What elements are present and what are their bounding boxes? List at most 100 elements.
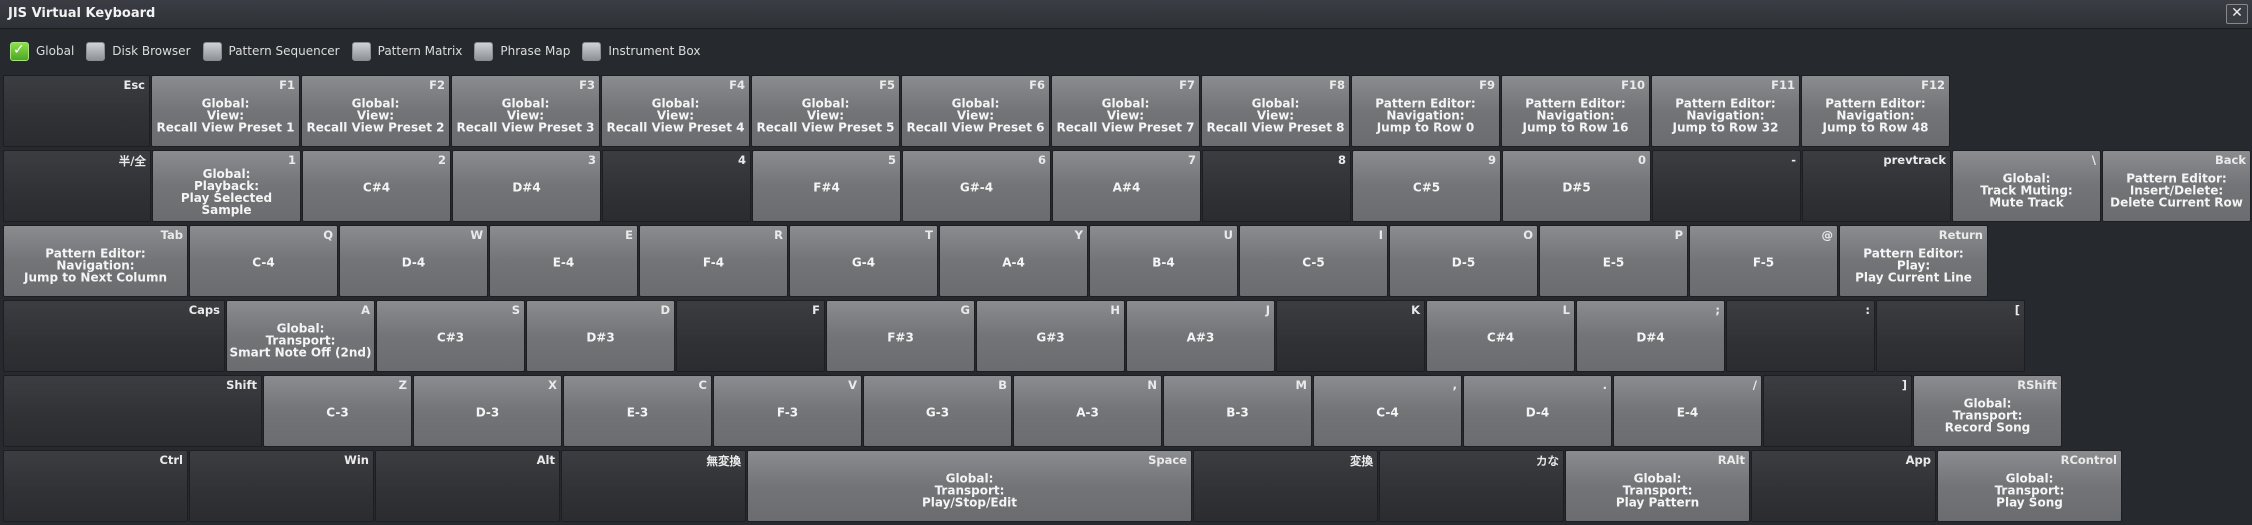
filter-checkbox[interactable]: [474, 41, 494, 61]
key-label: G: [960, 303, 970, 317]
key-r5k3[interactable]: 無変換: [561, 450, 746, 522]
key-v[interactable]: V F-3: [713, 375, 862, 447]
key-a[interactable]: A Global: Transport: Smart Note Off (2nd): [226, 300, 375, 372]
key-win[interactable]: Win: [189, 450, 374, 522]
key-prevtrack[interactable]: prevtrack: [1802, 150, 1951, 222]
key-alt[interactable]: Alt: [375, 450, 560, 522]
key-r3k11[interactable]: :: [1726, 300, 1875, 372]
key-space[interactable]: Space Global: Transport: Play/Stop/Edit: [747, 450, 1192, 522]
key-ctrl[interactable]: Ctrl: [3, 450, 188, 522]
key-f[interactable]: F: [676, 300, 825, 372]
key-i[interactable]: I C-5: [1239, 225, 1388, 297]
key-label: 2: [437, 153, 446, 167]
key-action: Global: View: Recall View Preset 8: [1206, 96, 1345, 135]
key-6[interactable]: 6 G#-4: [902, 150, 1051, 222]
key-esc[interactable]: Esc: [3, 75, 150, 147]
key-caps[interactable]: Caps: [3, 300, 225, 372]
key-t[interactable]: T G-4: [789, 225, 938, 297]
key-w[interactable]: W D-4: [339, 225, 488, 297]
filter-phrase-map[interactable]: Phrase Map: [474, 41, 570, 61]
filter-instrument-box[interactable]: Instrument Box: [582, 41, 700, 61]
key-f9[interactable]: F9 Pattern Editor: Navigation: Jump to Ro…: [1351, 75, 1500, 147]
key-z[interactable]: Z C-3: [263, 375, 412, 447]
key-r4k9[interactable]: . D-4: [1463, 375, 1612, 447]
key-f5[interactable]: F5 Global: View: Recall View Preset 5: [751, 75, 900, 147]
key-h[interactable]: H G#3: [976, 300, 1125, 372]
key-n[interactable]: N A-3: [1013, 375, 1162, 447]
key-app[interactable]: App: [1751, 450, 1936, 522]
key-9[interactable]: 9 C#5: [1352, 150, 1501, 222]
key-7[interactable]: 7 A#4: [1052, 150, 1201, 222]
key-k[interactable]: K: [1276, 300, 1425, 372]
key-r2k11[interactable]: @ F-5: [1689, 225, 1838, 297]
close-icon[interactable]: ✕: [2226, 4, 2248, 24]
filter-checkbox[interactable]: [10, 41, 29, 61]
key-action: Pattern Editor: Navigation: Jump to Row …: [1375, 96, 1476, 135]
filter-pattern-sequencer[interactable]: Pattern Sequencer: [202, 41, 340, 61]
filter-disk-browser[interactable]: Disk Browser: [86, 41, 191, 61]
key-f7[interactable]: F7 Global: View: Recall View Preset 7: [1051, 75, 1200, 147]
key-r1k13[interactable]: \ Global: Track Muting: Mute Track: [1952, 150, 2101, 222]
key-2[interactable]: 2 C#4: [302, 150, 451, 222]
key-label: -: [1791, 153, 1796, 167]
key-d[interactable]: D D#3: [526, 300, 675, 372]
key-s[interactable]: S C#3: [376, 300, 525, 372]
key-r4k10[interactable]: / E-4: [1613, 375, 1762, 447]
key-label: Shift: [226, 378, 257, 392]
key-r5k6[interactable]: カな: [1379, 450, 1564, 522]
key-f3[interactable]: F3 Global: View: Recall View Preset 3: [451, 75, 600, 147]
key-l[interactable]: L C#4: [1426, 300, 1575, 372]
key-1[interactable]: 1 Global: Playback: Play Selected Sample: [152, 150, 301, 222]
key-r3k10[interactable]: ; D#4: [1576, 300, 1725, 372]
key-5[interactable]: 5 F#4: [752, 150, 901, 222]
key-r4k8[interactable]: , C-4: [1313, 375, 1462, 447]
key-u[interactable]: U B-4: [1089, 225, 1238, 297]
key-f6[interactable]: F6 Global: View: Recall View Preset 6: [901, 75, 1050, 147]
filter-checkbox[interactable]: [351, 41, 371, 61]
key-e[interactable]: E E-4: [489, 225, 638, 297]
key-r1k0[interactable]: 半/全: [3, 150, 151, 222]
key-y[interactable]: Y A-4: [939, 225, 1088, 297]
key-r1k11[interactable]: -: [1652, 150, 1801, 222]
key-g[interactable]: G F#3: [826, 300, 975, 372]
key-r3k12[interactable]: [: [1876, 300, 2025, 372]
filter-global[interactable]: Global: [10, 41, 74, 61]
key-8[interactable]: 8: [1202, 150, 1351, 222]
key-q[interactable]: Q C-4: [189, 225, 338, 297]
key-shift[interactable]: Shift: [3, 375, 262, 447]
key-r[interactable]: R F-4: [639, 225, 788, 297]
key-return[interactable]: Return Pattern Editor: Play: Play Current…: [1839, 225, 1988, 297]
key-c[interactable]: C E-3: [563, 375, 712, 447]
key-back[interactable]: Back Pattern Editor: Insert/Delete: Delet…: [2102, 150, 2251, 222]
key-m[interactable]: M B-3: [1163, 375, 1312, 447]
filter-checkbox[interactable]: [582, 41, 602, 61]
key-f8[interactable]: F8 Global: View: Recall View Preset 8: [1201, 75, 1350, 147]
filter-checkbox[interactable]: [86, 41, 106, 61]
key-r4k11[interactable]: ]: [1763, 375, 1912, 447]
key-f1[interactable]: F1 Global: View: Recall View Preset 1: [151, 75, 300, 147]
key-f11[interactable]: F11 Pattern Editor: Navigation: Jump to R…: [1651, 75, 1800, 147]
key-label: 9: [1487, 153, 1496, 167]
key-tab[interactable]: Tab Pattern Editor: Navigation: Jump to N…: [3, 225, 188, 297]
key-label: X: [548, 378, 557, 392]
key-f10[interactable]: F10 Pattern Editor: Navigation: Jump to R…: [1501, 75, 1650, 147]
key-o[interactable]: O D-5: [1389, 225, 1538, 297]
key-f2[interactable]: F2 Global: View: Recall View Preset 2: [301, 75, 450, 147]
key-0[interactable]: 0 D#5: [1502, 150, 1651, 222]
key-f12[interactable]: F12 Pattern Editor: Navigation: Jump to R…: [1801, 75, 1950, 147]
key-b[interactable]: B G-3: [863, 375, 1012, 447]
key-p[interactable]: P E-5: [1539, 225, 1688, 297]
key-rcontrol[interactable]: RControl Global: Transport: Play Song: [1937, 450, 2122, 522]
key-4[interactable]: 4: [602, 150, 751, 222]
key-r5k5[interactable]: 変換: [1193, 450, 1378, 522]
key-j[interactable]: J A#3: [1126, 300, 1275, 372]
filter-checkbox[interactable]: [202, 41, 222, 61]
key-x[interactable]: X D-3: [413, 375, 562, 447]
key-3[interactable]: 3 D#4: [452, 150, 601, 222]
key-rshift[interactable]: RShift Global: Transport: Record Song: [1913, 375, 2062, 447]
key-f4[interactable]: F4 Global: View: Recall View Preset 4: [601, 75, 750, 147]
filter-pattern-matrix[interactable]: Pattern Matrix: [351, 41, 462, 61]
key-action: D-4: [1525, 405, 1550, 420]
key-label: F1: [279, 78, 295, 92]
key-ralt[interactable]: RAlt Global: Transport: Play Pattern: [1565, 450, 1750, 522]
